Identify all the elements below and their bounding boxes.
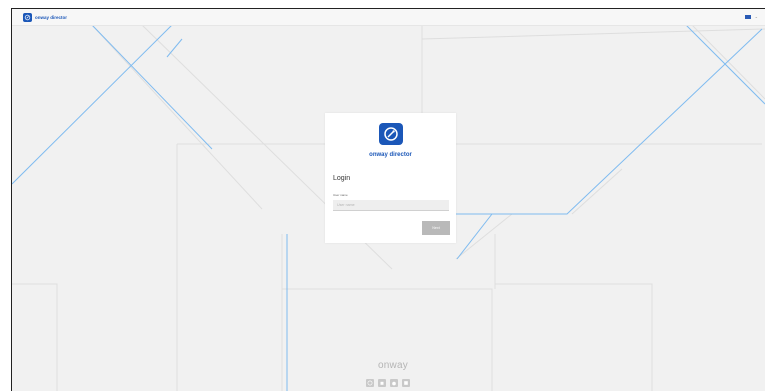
brand[interactable]: onway director — [23, 12, 68, 22]
login-card: onway director Login User name Next — [325, 113, 456, 243]
brand-name: onway director — [35, 14, 68, 20]
login-heading: Login — [333, 175, 351, 182]
globe-icon[interactable] — [366, 379, 374, 387]
language-selector[interactable]: ⌄ — [744, 14, 758, 19]
store-links — [366, 379, 410, 387]
apple-icon[interactable] — [390, 379, 398, 387]
top-bar: onway director ⌄ — [12, 9, 765, 26]
windows-icon[interactable] — [402, 379, 410, 387]
flag-icon — [744, 14, 751, 19]
android-icon[interactable] — [378, 379, 386, 387]
app-window: onway director ⌄ onway director Login Us… — [11, 8, 765, 391]
username-label: User name — [333, 193, 348, 197]
footer-logo: onway — [378, 360, 408, 371]
username-input[interactable] — [333, 200, 449, 211]
next-button[interactable]: Next — [422, 221, 450, 235]
onway-logo-icon — [379, 123, 403, 145]
onway-logo-icon — [23, 12, 32, 22]
app-title: onway director — [369, 152, 412, 158]
chevron-down-icon: ⌄ — [754, 14, 758, 19]
